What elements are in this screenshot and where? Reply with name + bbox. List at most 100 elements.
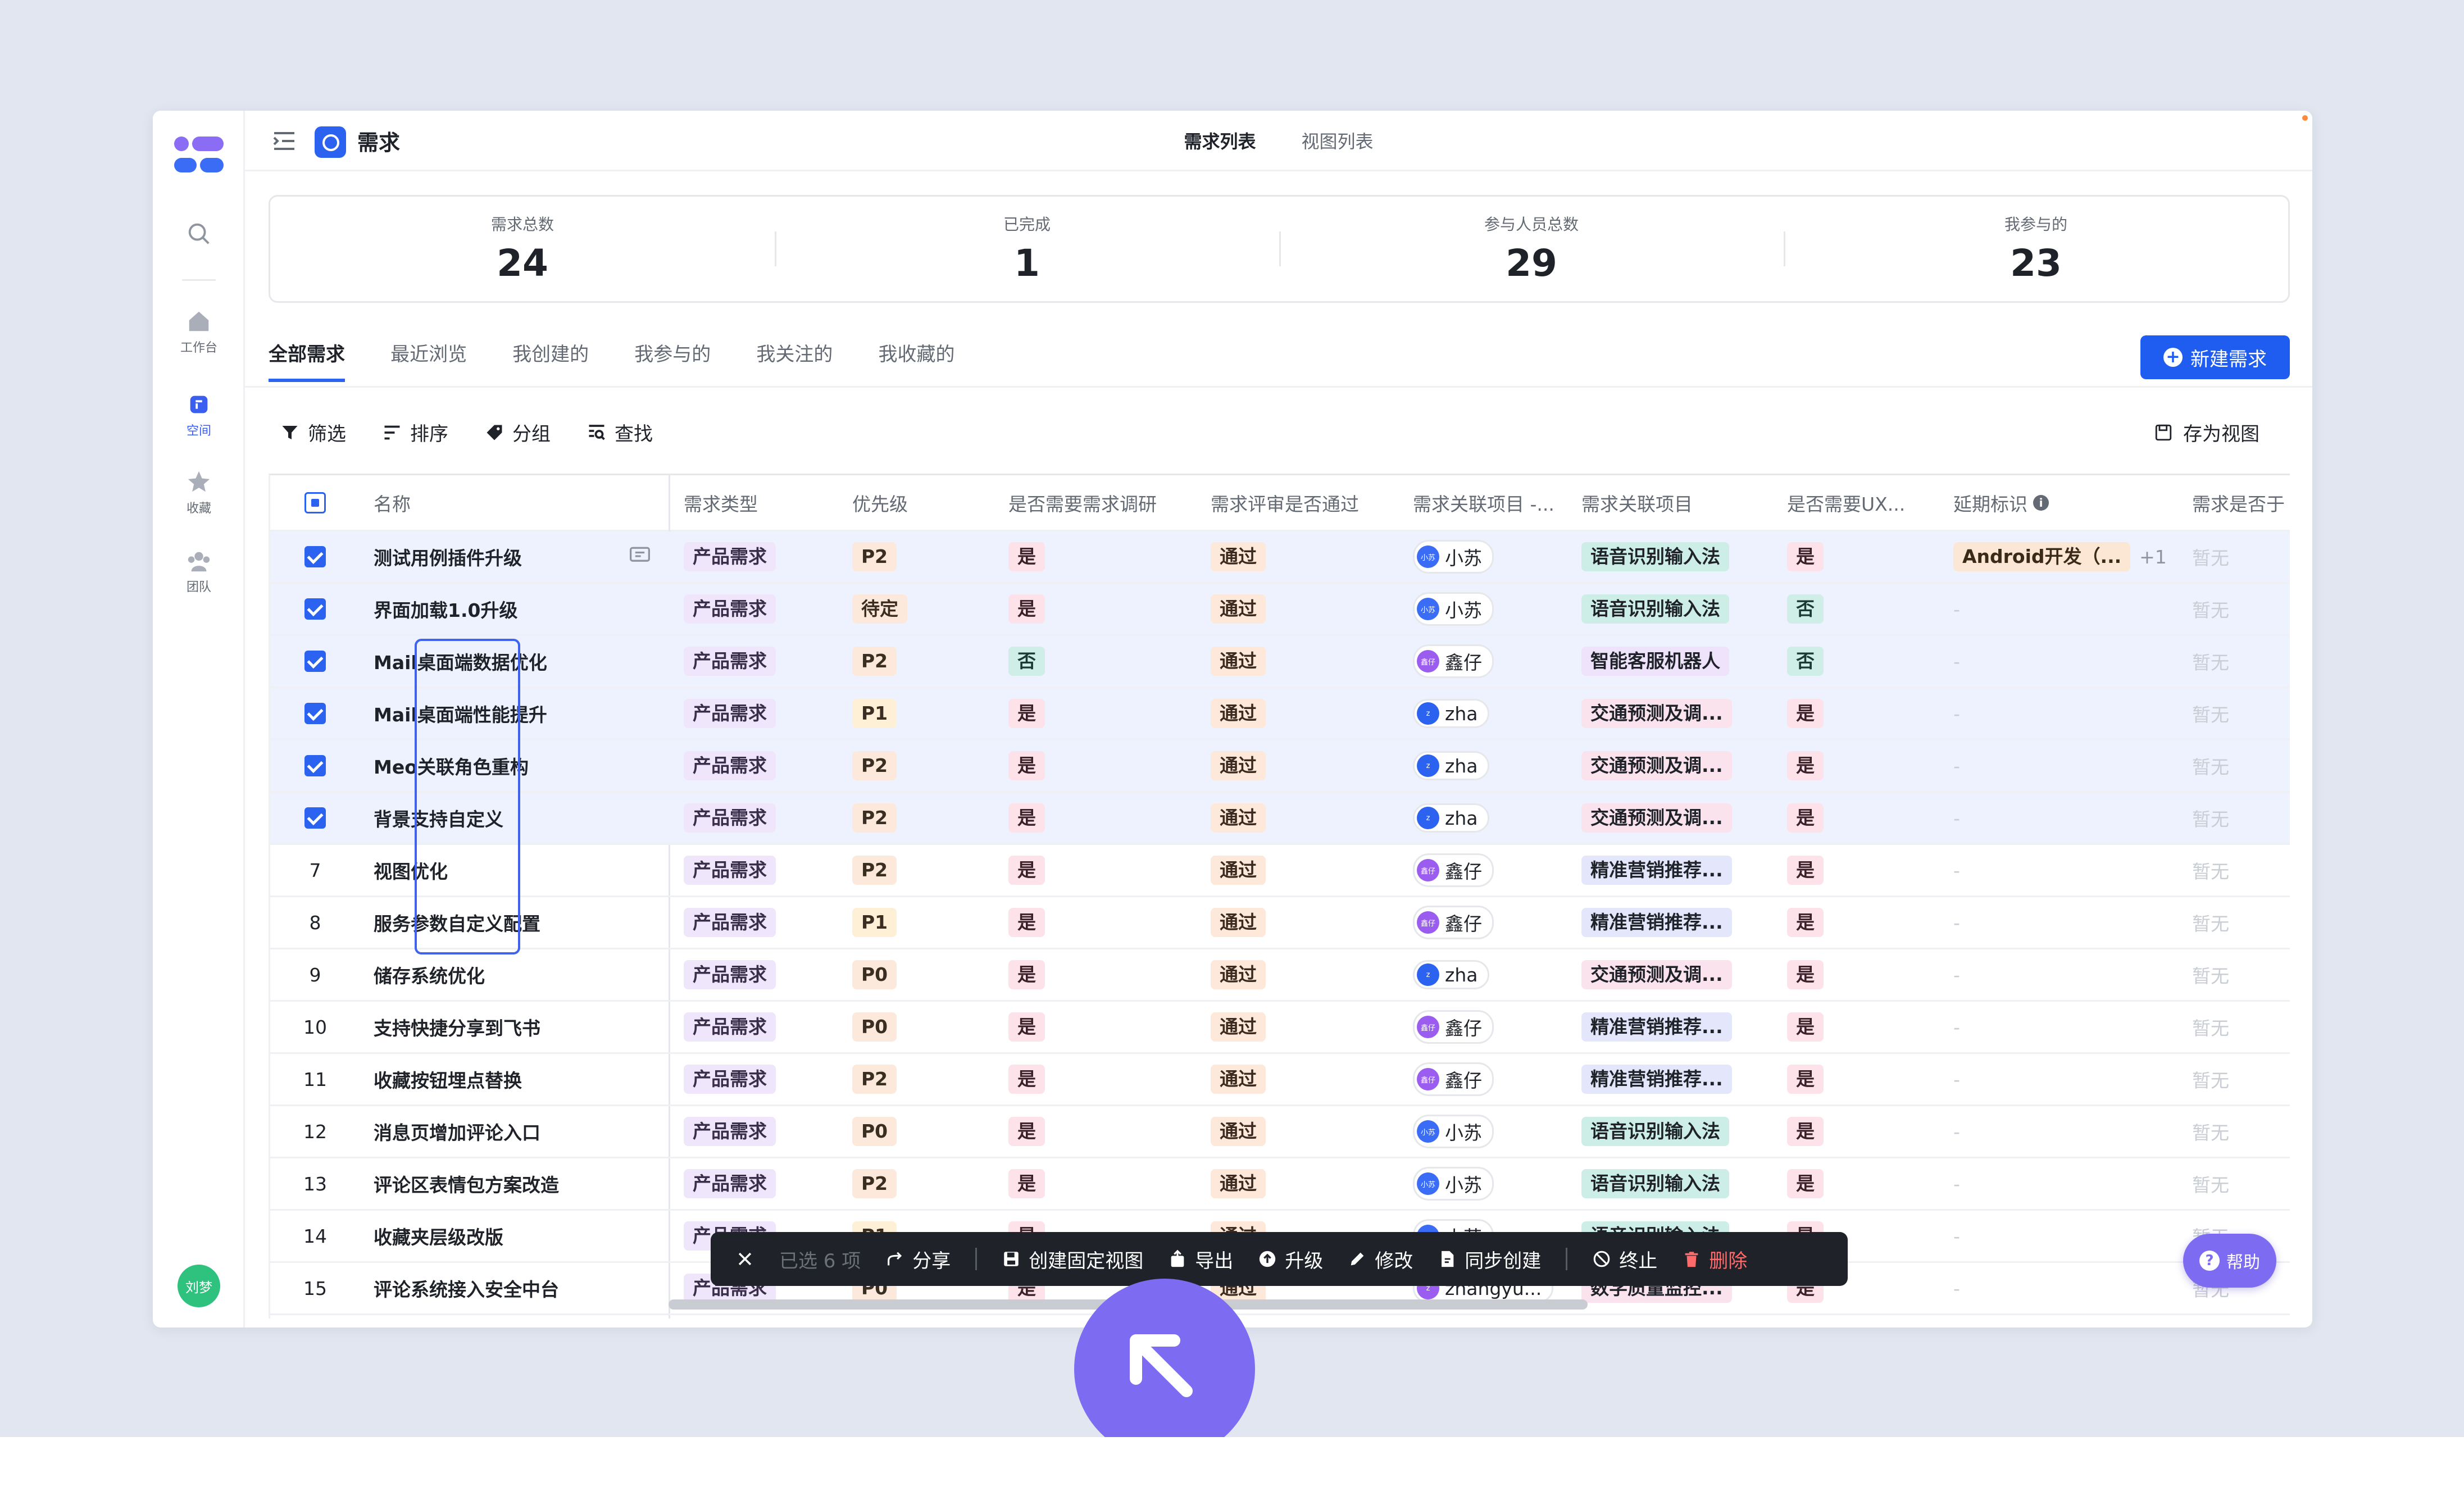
table-row[interactable]: 8 服务参数自定义配置 产品需求 P1 是 通过 鑫仔 鑫仔 精准营销推荐... 是 - 暂无 — [270, 897, 2290, 949]
column-header[interactable]: 需求评审是否通过 — [1197, 475, 1399, 530]
research-cell[interactable]: 是 — [995, 1054, 1197, 1104]
last-cell[interactable]: 暂无 — [2179, 740, 2290, 791]
info-icon[interactable]: i — [2033, 494, 2049, 511]
owner-cell[interactable]: 鑫仔 鑫仔 — [1399, 845, 1568, 895]
ux-cell[interactable]: 是 — [1774, 531, 1940, 582]
table-row[interactable]: 11 收藏按钮埋点替换 产品需求 P2 是 通过 鑫仔 鑫仔 精准营销推荐... 是 - 暂无 — [270, 1054, 2290, 1106]
row-checkbox[interactable] — [304, 598, 326, 620]
row-select-cell[interactable]: 11 — [270, 1054, 360, 1104]
type-cell[interactable]: 产品需求 — [670, 1002, 839, 1052]
column-header[interactable]: 优先级 — [839, 475, 995, 530]
sidebar-item-workbench[interactable]: 工作台 — [153, 308, 245, 356]
delay-cell[interactable]: - — [1940, 1158, 2179, 1209]
row-select-cell[interactable] — [270, 584, 360, 634]
project-cell[interactable]: 语音识别输入法 — [1568, 1106, 1774, 1157]
priority-cell[interactable]: P2 — [839, 1054, 995, 1104]
project-cell[interactable]: 智能客服机器人 — [1568, 636, 1774, 687]
review-cell[interactable]: 通过 — [1197, 531, 1399, 582]
last-cell[interactable]: 暂无 — [2179, 1054, 2290, 1104]
name-cell[interactable]: 视图优化 — [360, 845, 670, 895]
tab-created[interactable]: 我创建的 — [512, 339, 589, 379]
owner-cell[interactable]: z zha — [1399, 740, 1568, 791]
priority-cell[interactable]: P2 — [839, 845, 995, 895]
owner-cell[interactable]: 鑫仔 鑫仔 — [1399, 1002, 1568, 1052]
priority-cell[interactable]: P1 — [839, 688, 995, 739]
tab-requirement-list[interactable]: 需求列表 — [1184, 128, 1256, 153]
last-cell[interactable]: 暂无 — [2179, 793, 2290, 843]
review-cell[interactable]: 通过 — [1197, 584, 1399, 634]
delay-cell[interactable]: - — [1940, 1054, 2179, 1104]
name-cell[interactable]: 收藏夹层级改版 — [360, 1211, 670, 1261]
create-fixed-view-button[interactable]: 创建固定视图 — [1002, 1245, 1143, 1273]
table-row[interactable]: 界面加载1.0升级 产品需求 待定 是 通过 小苏 小苏 语音识别输入法 否 - 暂无 — [270, 584, 2290, 636]
row-select-cell[interactable] — [270, 740, 360, 791]
review-cell[interactable]: 通过 — [1197, 793, 1399, 843]
type-cell[interactable]: 产品需求 — [670, 1054, 839, 1104]
column-header[interactable]: 需求关联项目 — [1568, 475, 1774, 530]
owner-cell[interactable]: 鑫仔 鑫仔 — [1399, 1054, 1568, 1104]
delay-cell[interactable]: - — [1940, 584, 2179, 634]
project-cell[interactable]: 交通预测及调... — [1568, 740, 1774, 791]
row-checkbox[interactable] — [304, 703, 326, 724]
ux-cell[interactable]: 是 — [1774, 845, 1940, 895]
priority-cell[interactable]: P2 — [839, 740, 995, 791]
owner-cell[interactable]: 鑫仔 鑫仔 — [1399, 636, 1568, 687]
table-row[interactable]: Mail桌面端性能提升 产品需求 P1 是 通过 z zha 交通预测及调... 是 - 暂无 — [270, 688, 2290, 740]
help-button[interactable]: ? 帮助 — [2183, 1234, 2276, 1288]
table-row[interactable]: Mail桌面端数据优化 产品需求 P2 否 通过 鑫仔 鑫仔 智能客服机器人 否 - 暂无 — [270, 636, 2290, 688]
upgrade-button[interactable]: 升级 — [1258, 1245, 1323, 1273]
comment-icon[interactable] — [629, 546, 651, 566]
type-cell[interactable]: 产品需求 — [670, 949, 839, 1000]
row-checkbox[interactable] — [304, 807, 326, 829]
sort-button[interactable]: 排序 — [382, 419, 448, 446]
delay-cell[interactable]: - — [1940, 1002, 2179, 1052]
last-cell[interactable]: 暂无 — [2179, 1106, 2290, 1157]
last-cell[interactable]: 暂无 — [2179, 897, 2290, 948]
project-cell[interactable]: 语音识别输入法 — [1568, 584, 1774, 634]
ux-cell[interactable]: 否 — [1774, 584, 1940, 634]
edit-button[interactable]: 修改 — [1348, 1245, 1413, 1273]
save-as-view-button[interactable]: 存为视图 — [2154, 419, 2260, 446]
ux-cell[interactable]: 是 — [1774, 1054, 1940, 1104]
project-cell[interactable]: 精准营销推荐... — [1568, 1054, 1774, 1104]
table-row[interactable]: 13 评论区表情包方案改造 产品需求 P2 是 通过 小苏 小苏 语音识别输入法 是 - 暂无 — [270, 1158, 2290, 1211]
column-header[interactable]: 延期标识 i — [1940, 475, 2179, 530]
row-checkbox[interactable] — [304, 546, 326, 567]
review-cell[interactable]: 通过 — [1197, 688, 1399, 739]
owner-cell[interactable]: z zha — [1399, 688, 1568, 739]
research-cell[interactable]: 是 — [995, 1002, 1197, 1052]
priority-cell[interactable]: P2 — [839, 1158, 995, 1209]
row-select-cell[interactable]: 9 — [270, 949, 360, 1000]
sidebar-item-space[interactable]: 空间 — [153, 392, 245, 439]
row-select-cell[interactable] — [270, 793, 360, 843]
row-select-cell[interactable] — [270, 531, 360, 582]
project-cell[interactable]: 语音识别输入法 — [1568, 531, 1774, 582]
sidebar-item-team[interactable]: 团队 — [153, 548, 245, 595]
delay-cell[interactable]: - — [1940, 845, 2179, 895]
type-cell[interactable]: 产品需求 — [670, 584, 839, 634]
last-cell[interactable]: 暂无 — [2179, 845, 2290, 895]
name-cell[interactable]: Meo关联角色重构 — [360, 740, 670, 791]
name-cell[interactable]: Mail桌面端性能提升 — [360, 688, 670, 739]
review-cell[interactable]: 通过 — [1197, 1002, 1399, 1052]
research-cell[interactable]: 是 — [995, 793, 1197, 843]
row-select-cell[interactable]: 8 — [270, 897, 360, 948]
row-checkbox[interactable] — [304, 755, 326, 776]
filter-button[interactable]: 筛选 — [280, 419, 346, 446]
share-button[interactable]: 分享 — [885, 1245, 951, 1273]
user-avatar[interactable]: 刘梦 — [178, 1265, 220, 1307]
sidebar-item-search[interactable] — [153, 221, 245, 247]
delete-button[interactable]: 删除 — [1682, 1245, 1747, 1273]
review-cell[interactable]: 通过 — [1197, 845, 1399, 895]
tab-followed[interactable]: 我关注的 — [756, 339, 833, 379]
name-cell[interactable]: 测试用例插件升级 — [360, 531, 670, 582]
tab-collected[interactable]: 我收藏的 — [878, 339, 954, 379]
delay-cell[interactable]: - — [1940, 793, 2179, 843]
delay-cell[interactable]: - — [1940, 1211, 2179, 1261]
delay-cell[interactable]: - — [1940, 1263, 2179, 1313]
type-cell[interactable]: 产品需求 — [670, 845, 839, 895]
column-header[interactable]: 名称 — [360, 475, 670, 530]
delay-cell[interactable]: - — [1940, 949, 2179, 1000]
research-cell[interactable]: 是 — [995, 584, 1197, 634]
owner-cell[interactable]: 小苏小苏 — [1399, 1158, 1568, 1209]
